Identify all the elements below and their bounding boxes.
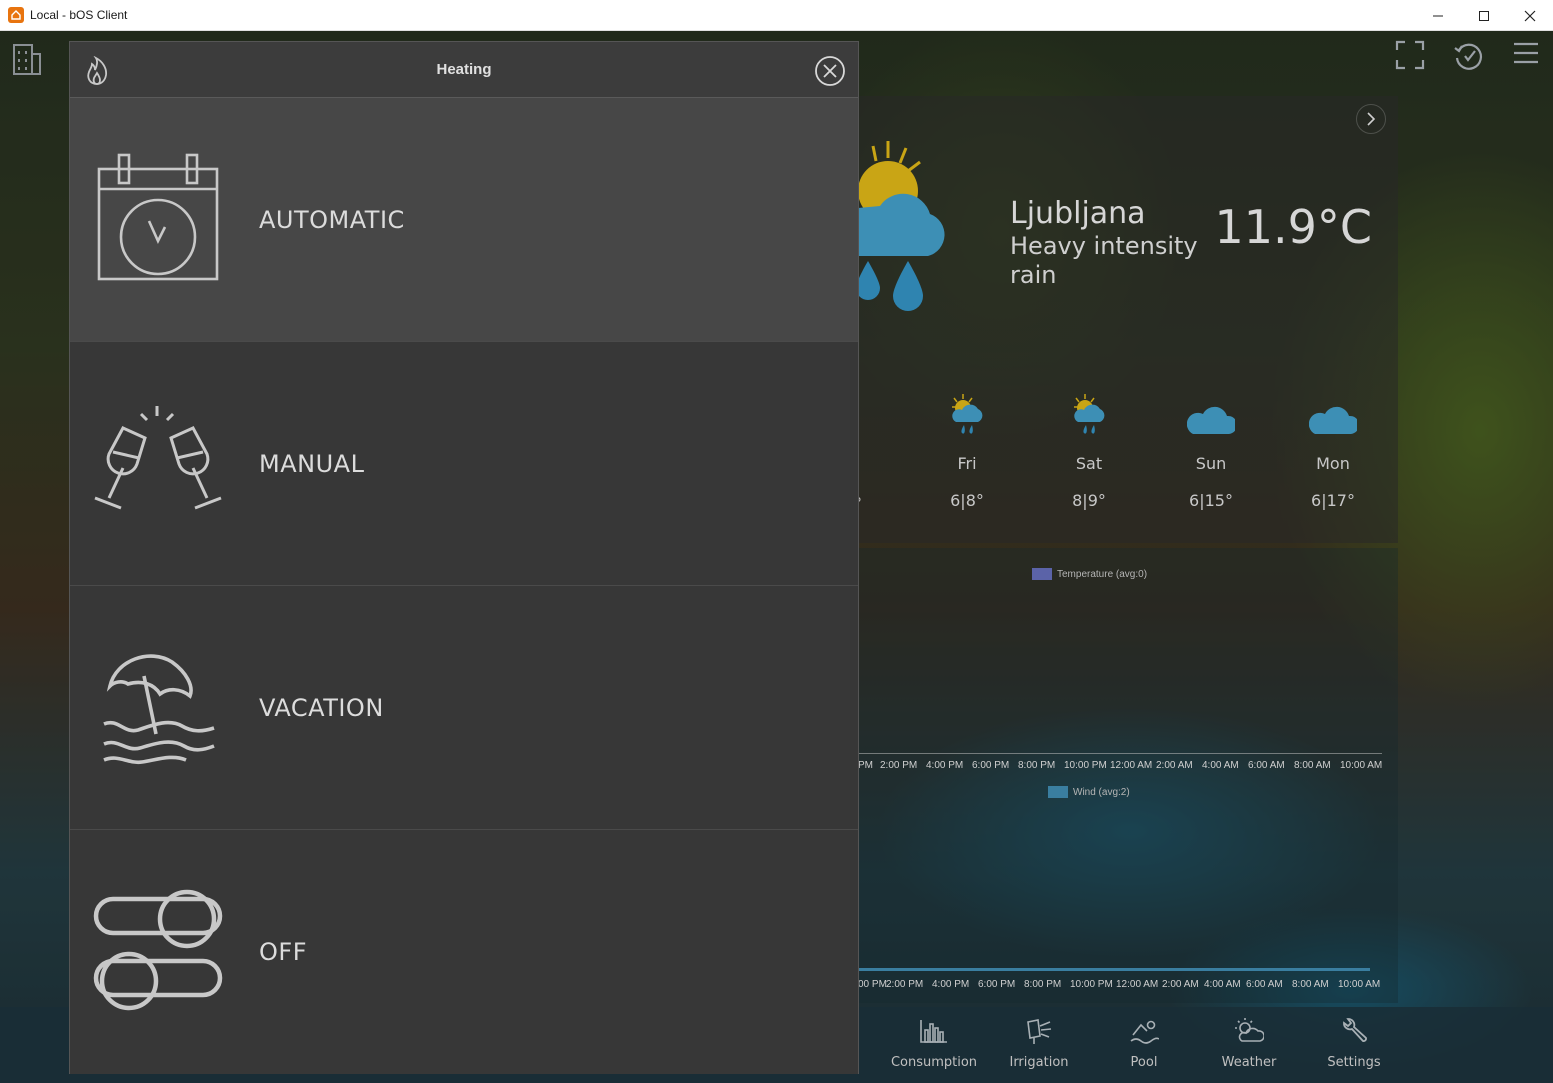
axis-tick: 6:00 AM (1248, 760, 1285, 771)
beach-umbrella-icon (92, 640, 224, 772)
axis-tick: 8:00 AM (1294, 760, 1331, 771)
forecast-day-range: 8|9° (1072, 491, 1106, 510)
mode-automatic[interactable]: AUTOMATIC (70, 98, 858, 342)
city-name: Ljubljana (1010, 196, 1146, 231)
wind-legend-swatch (1048, 786, 1068, 798)
bar-chart-icon (884, 1015, 984, 1047)
axis-tick: 4:00 PM (926, 760, 964, 771)
mode-off[interactable]: OFF (70, 830, 858, 1074)
toast-glasses-icon (92, 396, 224, 528)
wind-legend: Wind (avg:2) (1048, 786, 1130, 798)
close-button[interactable] (1507, 0, 1553, 31)
cloud-icon (1272, 394, 1394, 436)
forecast-day-name: Sat (1075, 454, 1103, 473)
heating-mode-dialog: Heating AUTOMATIC MANUAL VACATION OFF (69, 41, 859, 1074)
axis-tick: 12:00 AM (1110, 760, 1153, 771)
nav-pool[interactable]: Pool (1094, 1015, 1194, 1070)
nav-weather[interactable]: Weather (1199, 1015, 1299, 1070)
forecast-day-range: 6|15° (1189, 491, 1233, 510)
building-icon[interactable] (12, 42, 42, 80)
weather-charts: Temperature (avg:0) PM 2:00 PM 4:00 PM 6… (858, 548, 1398, 1003)
mode-label: OFF (259, 938, 307, 966)
wind-time-axis: 00 PM 2:00 PM 4:00 PM 6:00 PM 8:00 PM 10… (858, 979, 1380, 990)
axis-tick: 8:00 PM (1018, 760, 1056, 771)
forecast-list: Fri 6|8° Sat 8|9° Sun 6|15° Mon 6|17° (906, 394, 1394, 510)
toggle-off-icon (92, 884, 224, 1016)
fullscreen-icon[interactable] (1395, 40, 1425, 76)
minimize-button[interactable] (1415, 0, 1461, 31)
axis-tick: PM (858, 760, 873, 771)
forecast-day: Fri 6|8° (906, 394, 1028, 510)
axis-tick: 8:00 AM (1292, 979, 1329, 990)
axis-tick: 10:00 PM (1070, 979, 1113, 990)
history-clock-icon[interactable] (1453, 40, 1485, 76)
sun-rain-icon (1028, 394, 1150, 436)
maximize-button[interactable] (1461, 0, 1507, 31)
forecast-day-range: 6|8° (950, 491, 984, 510)
mode-manual[interactable]: MANUAL (70, 342, 858, 586)
calendar-clock-icon (92, 152, 224, 284)
temperature-legend: Temperature (avg:0) (1032, 568, 1147, 580)
axis-tick: 10:00 AM (1338, 979, 1381, 990)
close-dialog-button[interactable] (814, 55, 846, 91)
forecast-day-name: Sun (1195, 454, 1227, 473)
window-titlebar: Local - bOS Client (0, 0, 1553, 31)
mode-vacation[interactable]: VACATION (70, 586, 858, 830)
forecast-day: Sun 6|15° (1150, 394, 1272, 510)
axis-tick: 2:00 PM (886, 979, 924, 990)
nav-settings[interactable]: Settings (1304, 1015, 1404, 1070)
mode-label: AUTOMATIC (259, 206, 405, 234)
current-temperature: 11.9°C (1214, 200, 1372, 254)
axis-tick: 6:00 AM (1246, 979, 1283, 990)
axis-tick: 10:00 PM (1064, 760, 1107, 771)
wrench-icon (1304, 1015, 1404, 1047)
sun-cloud-icon (1199, 1015, 1299, 1047)
sprinkler-icon (989, 1015, 1089, 1047)
axis-tick: 2:00 AM (1156, 760, 1193, 771)
weather-card: Ljubljana Heavy intensity rain 11.9°C ° … (856, 96, 1398, 543)
current-weather-icon (856, 136, 958, 330)
temperature-axis-line (858, 753, 1382, 754)
axis-tick: 2:00 AM (1162, 979, 1199, 990)
dialog-title: Heating (436, 61, 492, 78)
weather-condition: Heavy intensity rain (1010, 232, 1198, 289)
axis-tick: 4:00 PM (932, 979, 970, 990)
forecast-day: Mon 6|17° (1272, 394, 1394, 510)
forecast-day: Sat 8|9° (1028, 394, 1150, 510)
mode-label: VACATION (259, 694, 384, 722)
forecast-day-name: Mon (1316, 454, 1350, 473)
wind-series-line (858, 968, 1370, 971)
menu-hamburger-icon[interactable] (1513, 40, 1539, 76)
axis-tick: 4:00 AM (1202, 760, 1239, 771)
axis-tick: 2:00 PM (880, 760, 918, 771)
nav-irrigation[interactable]: Irrigation (989, 1015, 1089, 1070)
nav-consumption[interactable]: Consumption (884, 1015, 984, 1070)
sun-rain-icon (906, 394, 1028, 436)
axis-tick: 6:00 PM (978, 979, 1016, 990)
partial-forecast-day: ° (858, 494, 862, 513)
dialog-header: Heating (70, 42, 858, 98)
axis-tick: 8:00 PM (1024, 979, 1062, 990)
forecast-day-name: Fri (957, 454, 977, 473)
temperature-time-axis: PM 2:00 PM 4:00 PM 6:00 PM 8:00 PM 10:00… (858, 760, 1382, 771)
axis-tick: 00 PM (858, 979, 887, 990)
cloud-icon (1150, 394, 1272, 436)
forecast-day-range: 6|17° (1311, 491, 1355, 510)
axis-tick: 6:00 PM (972, 760, 1010, 771)
swimmer-icon (1094, 1015, 1194, 1047)
axis-tick: 4:00 AM (1204, 979, 1241, 990)
app-home-icon (8, 7, 24, 23)
temperature-legend-swatch (1032, 568, 1052, 580)
next-arrow-button[interactable] (1356, 104, 1386, 134)
mode-label: MANUAL (259, 450, 365, 478)
axis-tick: 12:00 AM (1116, 979, 1159, 990)
axis-tick: 10:00 AM (1340, 760, 1383, 771)
window-title: Local - bOS Client (30, 8, 128, 22)
